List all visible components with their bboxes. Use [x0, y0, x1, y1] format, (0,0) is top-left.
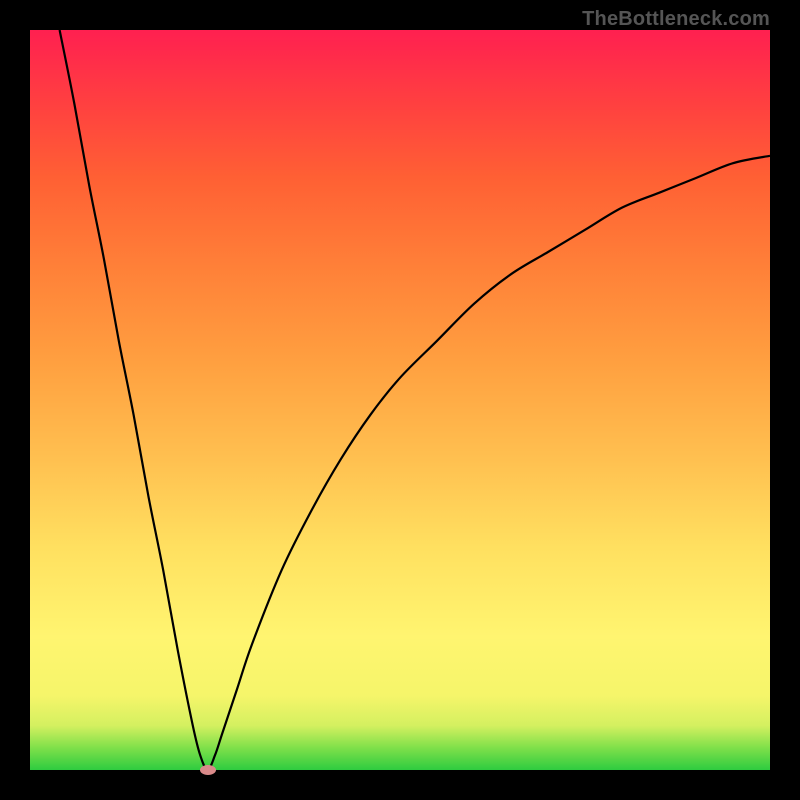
watermark-text: TheBottleneck.com [582, 8, 770, 31]
plot-area [30, 30, 770, 770]
chart-frame: TheBottleneck.com [0, 0, 800, 800]
bottleneck-curve [30, 30, 770, 770]
curve-minimum-marker [200, 765, 216, 775]
